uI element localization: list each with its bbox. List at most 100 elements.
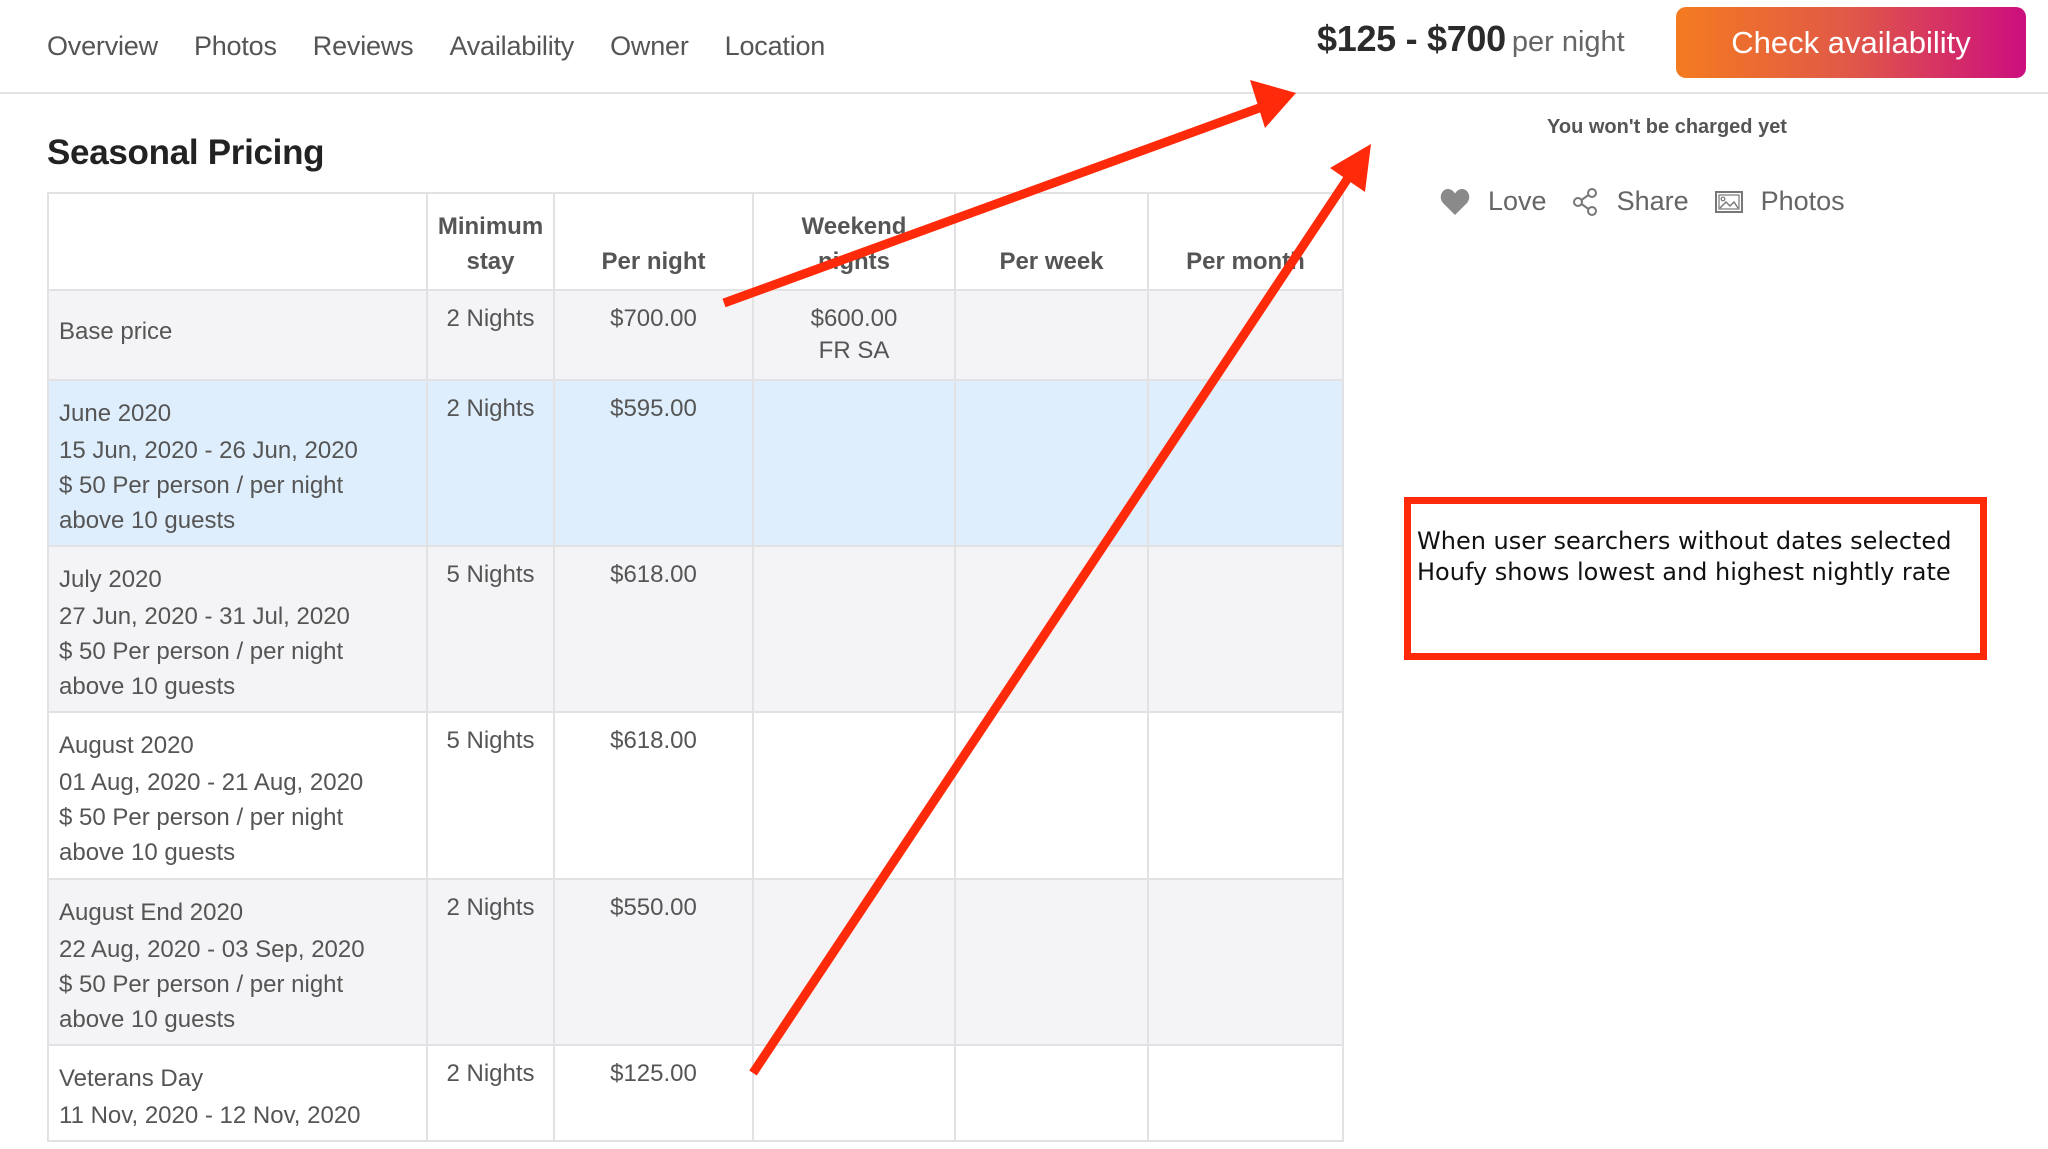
row-title: July 2020 <box>59 566 162 593</box>
nav-photos[interactable]: Photos <box>194 31 277 62</box>
weekend-cell: $600.00 FR SA <box>752 289 956 381</box>
share-icon <box>1572 187 1597 216</box>
per-night-cell: $550.00 <box>553 878 754 1046</box>
min-stay-value: 5 Nights <box>446 727 535 754</box>
header-minimum-stay-line2: stay <box>466 248 515 275</box>
per-week-cell <box>954 545 1149 713</box>
min-stay-cell: 2 Nights <box>426 289 555 381</box>
photos-label: Photos <box>1760 186 1845 216</box>
min-stay-cell: 2 Nights <box>426 379 555 547</box>
min-stay-cell: 5 Nights <box>426 545 555 713</box>
row-title: Base price <box>59 318 173 345</box>
per-week-cell <box>954 711 1149 880</box>
section-nav: Overview Photos Reviews Availability Own… <box>47 0 861 92</box>
row-label: Base price <box>47 289 428 381</box>
love-button[interactable]: Love <box>1440 186 1547 217</box>
share-label: Share <box>1616 186 1689 216</box>
header-weekend-line1: Weekend <box>801 213 907 240</box>
per-week-cell <box>954 878 1149 1046</box>
per-month-cell <box>1147 379 1344 547</box>
table-header-row: Minimum stay Per night Weekend nights Pe… <box>47 192 1344 291</box>
header-weekend-line2: nights <box>818 248 890 275</box>
row-label: June 2020 15 Jun, 2020 - 26 Jun, 2020 $ … <box>47 379 428 547</box>
row-dates: 11 Nov, 2020 - 12 Nov, 2020 <box>59 1102 361 1129</box>
listing-actions: Love Share Photos <box>1440 186 1871 217</box>
per-month-cell <box>1147 711 1344 880</box>
nav-overview[interactable]: Overview <box>47 31 158 62</box>
nav-owner[interactable]: Owner <box>610 31 689 62</box>
check-availability-button[interactable]: Check availability <box>1676 7 2026 78</box>
row-title: August 2020 <box>59 732 194 759</box>
share-button[interactable]: Share <box>1572 186 1689 217</box>
header-minimum-stay: Minimum stay <box>426 192 555 291</box>
per-week-cell <box>954 1044 1149 1142</box>
table-row-veterans-day: Veterans Day 11 Nov, 2020 - 12 Nov, 2020… <box>47 1044 1344 1142</box>
per-night-value: $618.00 <box>610 727 697 754</box>
row-extra-fee: $ 50 Per person / per night <box>59 472 344 499</box>
header-per-week: Per week <box>954 192 1149 291</box>
min-stay-cell: 2 Nights <box>426 1044 555 1142</box>
love-label: Love <box>1488 186 1547 216</box>
row-title: August End 2020 <box>59 899 244 926</box>
per-night-value: $550.00 <box>610 894 697 921</box>
row-extra-condition: above 10 guests <box>59 507 236 534</box>
table-row-august-end-2020: August End 2020 22 Aug, 2020 - 03 Sep, 2… <box>47 878 1344 1046</box>
price-unit: per night <box>1511 26 1625 58</box>
weekend-cell <box>752 711 956 880</box>
min-stay-cell: 2 Nights <box>426 878 555 1046</box>
per-month-cell <box>1147 878 1344 1046</box>
per-month-cell <box>1147 545 1344 713</box>
nightly-price-range: $125 - $700 per night <box>1317 18 1625 60</box>
row-label: August 2020 01 Aug, 2020 - 21 Aug, 2020 … <box>47 711 428 880</box>
row-title: June 2020 <box>59 400 172 427</box>
annotation-text: When user searchers without dates select… <box>1417 527 1952 586</box>
heart-icon <box>1440 188 1470 215</box>
per-night-value: $618.00 <box>610 561 697 588</box>
row-dates: 15 Jun, 2020 - 26 Jun, 2020 <box>59 437 358 464</box>
row-extra-fee: $ 50 Per person / per night <box>59 804 344 831</box>
top-bar: Overview Photos Reviews Availability Own… <box>0 0 2048 94</box>
per-month-cell <box>1147 1044 1344 1142</box>
min-stay-value: 2 Nights <box>446 395 535 422</box>
row-label: July 2020 27 Jun, 2020 - 31 Jul, 2020 $ … <box>47 545 428 713</box>
row-extra-condition: above 10 guests <box>59 839 236 866</box>
table-row-base-price: Base price 2 Nights $700.00 $600.00 FR S… <box>47 289 1344 381</box>
header-label <box>47 192 428 291</box>
min-stay-value: 2 Nights <box>446 894 535 921</box>
row-dates: 01 Aug, 2020 - 21 Aug, 2020 <box>59 769 364 796</box>
row-extra-fee: $ 50 Per person / per night <box>59 971 344 998</box>
row-label: Veterans Day 11 Nov, 2020 - 12 Nov, 2020 <box>47 1044 428 1142</box>
min-stay-cell: 5 Nights <box>426 711 555 880</box>
nav-location[interactable]: Location <box>725 31 826 62</box>
row-extra-condition: above 10 guests <box>59 673 236 700</box>
per-week-cell <box>954 379 1149 547</box>
nav-reviews[interactable]: Reviews <box>313 31 414 62</box>
min-stay-value: 5 Nights <box>446 561 535 588</box>
row-title: Veterans Day <box>59 1065 204 1092</box>
weekend-cell <box>752 1044 956 1142</box>
per-night-cell: $595.00 <box>553 379 754 547</box>
nav-availability[interactable]: Availability <box>449 31 574 62</box>
per-week-cell <box>954 289 1149 381</box>
price-range-value: $125 - $700 <box>1317 18 1506 59</box>
table-row-june-2020: June 2020 15 Jun, 2020 - 26 Jun, 2020 $ … <box>47 379 1344 547</box>
per-night-value: $595.00 <box>610 395 697 422</box>
weekend-cell <box>752 545 956 713</box>
weekend-cell <box>752 379 956 547</box>
per-month-cell <box>1147 289 1344 381</box>
table-row-july-2020: July 2020 27 Jun, 2020 - 31 Jul, 2020 $ … <box>47 545 1344 713</box>
image-icon <box>1714 190 1743 213</box>
charge-note: You won't be charged yet <box>1547 116 1787 138</box>
per-night-cell: $618.00 <box>553 545 754 713</box>
per-night-value: $125.00 <box>610 1060 697 1087</box>
min-stay-value: 2 Nights <box>446 1060 535 1087</box>
header-minimum-stay-line1: Minimum <box>437 213 544 240</box>
row-dates: 22 Aug, 2020 - 03 Sep, 2020 <box>59 936 365 963</box>
per-night-cell: $125.00 <box>553 1044 754 1142</box>
annotation-callout: When user searchers without dates select… <box>1404 497 1987 660</box>
photos-button[interactable]: Photos <box>1714 186 1845 217</box>
seasonal-pricing-title: Seasonal Pricing <box>47 133 325 172</box>
per-night-cell: $700.00 <box>553 289 754 381</box>
weekend-value: $600.00 <box>810 305 898 332</box>
per-night-cell: $618.00 <box>553 711 754 880</box>
